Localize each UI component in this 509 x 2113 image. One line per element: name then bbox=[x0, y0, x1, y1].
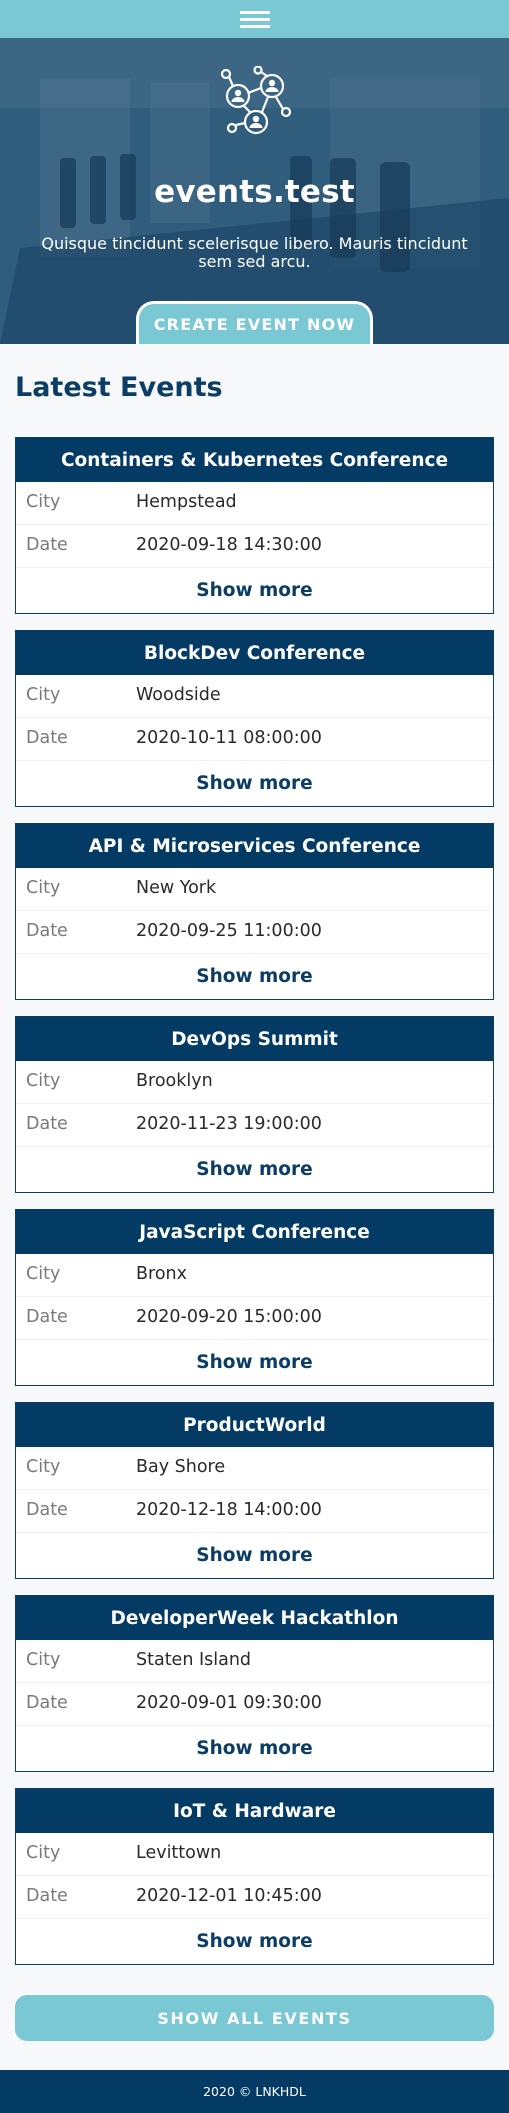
hamburger-line bbox=[239, 24, 270, 28]
event-card: ProductWorld City Bay Shore Date 2020-12-18 … bbox=[15, 1402, 494, 1579]
top-bar bbox=[0, 0, 509, 38]
event-date-row: Date 2020-09-20 15:00:00 bbox=[16, 1297, 493, 1340]
footer: 2020 © LNKHDL bbox=[0, 2070, 509, 2113]
date-label: Date bbox=[26, 1693, 68, 1713]
event-date-row: Date 2020-09-25 11:00:00 bbox=[16, 911, 493, 954]
city-label: City bbox=[26, 1457, 61, 1477]
event-city-row: City Staten Island bbox=[16, 1640, 493, 1683]
date-label: Date bbox=[26, 728, 68, 748]
city-label: City bbox=[26, 685, 61, 705]
show-all-events-button[interactable]: SHOW ALL EVENTS bbox=[15, 1995, 494, 2041]
date-value: 2020-09-20 15:00:00 bbox=[136, 1307, 322, 1327]
show-more-link[interactable]: Show more bbox=[16, 568, 493, 612]
event-card: BlockDev Conference City Woodside Date 2020-… bbox=[15, 630, 494, 807]
date-label: Date bbox=[26, 1307, 68, 1327]
city-value: Levittown bbox=[136, 1843, 222, 1863]
event-card: DeveloperWeek Hackathlon City Staten Islan… bbox=[15, 1595, 494, 1772]
show-more-link[interactable]: Show more bbox=[16, 1533, 493, 1577]
event-city-row: City New York bbox=[16, 868, 493, 911]
create-event-button[interactable]: CREATE EVENT NOW bbox=[136, 301, 373, 344]
city-value: Woodside bbox=[136, 685, 221, 705]
date-value: 2020-09-18 14:30:00 bbox=[136, 535, 322, 555]
show-more-link[interactable]: Show more bbox=[16, 1340, 493, 1384]
date-label: Date bbox=[26, 1500, 68, 1520]
site-title: events.test bbox=[154, 174, 355, 210]
event-date-row: Date 2020-10-11 08:00:00 bbox=[16, 718, 493, 761]
event-date-row: Date 2020-12-18 14:00:00 bbox=[16, 1490, 493, 1533]
date-label: Date bbox=[26, 1886, 68, 1906]
event-card: DevOps Summit City Brooklyn Date 2020-11-23 … bbox=[15, 1016, 494, 1193]
event-date-row: Date 2020-11-23 19:00:00 bbox=[16, 1104, 493, 1147]
event-title: API & Microservices Conference bbox=[16, 824, 493, 868]
event-title: BlockDev Conference bbox=[16, 631, 493, 675]
show-more-link[interactable]: Show more bbox=[16, 1147, 493, 1191]
event-city-row: City Hempstead bbox=[16, 482, 493, 525]
hero-banner: events.test Quisque tincidunt scelerisqu… bbox=[0, 38, 509, 344]
show-more-link[interactable]: Show more bbox=[16, 1919, 493, 1963]
show-more-link[interactable]: Show more bbox=[16, 761, 493, 805]
date-value: 2020-09-25 11:00:00 bbox=[136, 921, 322, 941]
event-title: DevOps Summit bbox=[16, 1017, 493, 1061]
event-date-row: Date 2020-12-01 10:45:00 bbox=[16, 1876, 493, 1919]
city-value: Bay Shore bbox=[136, 1457, 226, 1477]
event-city-row: City Bronx bbox=[16, 1254, 493, 1297]
date-value: 2020-12-01 10:45:00 bbox=[136, 1886, 322, 1906]
people-network-icon bbox=[220, 66, 292, 135]
event-title: Containers & Kubernetes Conference bbox=[16, 438, 493, 482]
copyright-text: 2020 © LNKHDL bbox=[203, 2084, 306, 2099]
date-value: 2020-09-01 09:30:00 bbox=[136, 1693, 322, 1713]
hamburger-line bbox=[239, 17, 270, 21]
show-more-link[interactable]: Show more bbox=[16, 954, 493, 998]
event-title: JavaScript Conference bbox=[16, 1210, 493, 1254]
city-value: Hempstead bbox=[136, 492, 237, 512]
hamburger-icon[interactable] bbox=[235, 4, 275, 34]
city-label: City bbox=[26, 1071, 61, 1091]
event-date-row: Date 2020-09-18 14:30:00 bbox=[16, 525, 493, 568]
date-value: 2020-10-11 08:00:00 bbox=[136, 728, 322, 748]
latest-events-heading: Latest Events bbox=[15, 372, 223, 403]
event-title: DeveloperWeek Hackathlon bbox=[16, 1596, 493, 1640]
event-title: IoT & Hardware bbox=[16, 1789, 493, 1833]
date-label: Date bbox=[26, 535, 68, 555]
date-value: 2020-11-23 19:00:00 bbox=[136, 1114, 322, 1134]
event-date-row: Date 2020-09-01 09:30:00 bbox=[16, 1683, 493, 1726]
city-label: City bbox=[26, 492, 61, 512]
city-value: New York bbox=[136, 878, 217, 898]
event-card: IoT & Hardware City Levittown Date 2020-12-0… bbox=[15, 1788, 494, 1965]
city-value: Bronx bbox=[136, 1264, 187, 1284]
event-card: JavaScript Conference City Bronx Date 2020-0… bbox=[15, 1209, 494, 1386]
hamburger-line bbox=[239, 10, 270, 14]
city-value: Staten Island bbox=[136, 1650, 252, 1670]
event-city-row: City Brooklyn bbox=[16, 1061, 493, 1104]
date-label: Date bbox=[26, 1114, 68, 1134]
event-city-row: City Bay Shore bbox=[16, 1447, 493, 1490]
show-more-link[interactable]: Show more bbox=[16, 1726, 493, 1770]
event-card: API & Microservices Conference City New Yo… bbox=[15, 823, 494, 1000]
city-label: City bbox=[26, 1650, 61, 1670]
event-title: ProductWorld bbox=[16, 1403, 493, 1447]
events-list: Containers & Kubernetes Conference City He… bbox=[15, 437, 494, 1981]
site-tagline: Quisque tincidunt scelerisque libero. Ma… bbox=[41, 234, 468, 271]
city-label: City bbox=[26, 1843, 61, 1863]
event-city-row: City Woodside bbox=[16, 675, 493, 718]
event-city-row: City Levittown bbox=[16, 1833, 493, 1876]
city-value: Brooklyn bbox=[136, 1071, 213, 1091]
date-value: 2020-12-18 14:00:00 bbox=[136, 1500, 322, 1520]
city-label: City bbox=[26, 1264, 61, 1284]
date-label: Date bbox=[26, 921, 68, 941]
event-card: Containers & Kubernetes Conference City He… bbox=[15, 437, 494, 614]
city-label: City bbox=[26, 878, 61, 898]
